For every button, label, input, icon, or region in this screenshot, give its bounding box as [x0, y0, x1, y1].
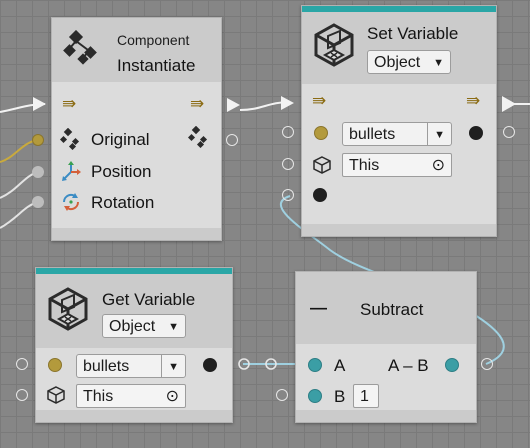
subtract-title: Subtract — [360, 300, 424, 319]
get-variable-name-value: bullets — [83, 358, 130, 375]
subtract-a-input-port[interactable] — [308, 358, 322, 372]
set-variable-name-value: bullets — [349, 126, 396, 143]
chevron-down-icon: ▼ — [434, 129, 445, 141]
instantiate-title: Instantiate — [117, 56, 196, 75]
position-label: Position — [91, 162, 152, 181]
wire-flow-out-arrow-2 — [502, 96, 516, 112]
set-variable-target-field[interactable]: This ⊙ — [342, 153, 452, 177]
dropdown-divider — [427, 123, 428, 145]
rotation-label: Rotation — [91, 193, 155, 212]
get-variable-title: Get Variable — [102, 290, 196, 309]
set-variable-body: ⇛ ⇛ bullets ▼ This ⊙ — [302, 84, 496, 224]
set-variable-value-output-port[interactable] — [469, 126, 483, 140]
instantiate-header: Component Instantiate — [52, 18, 221, 82]
variable-type-dot — [48, 358, 62, 372]
gameobject-cube-icon — [313, 156, 331, 174]
flow-input-icon: ⇛ — [62, 94, 77, 113]
gameobject-cube-icon — [47, 386, 65, 404]
instantiate-footer — [52, 228, 221, 240]
wire-flow-in-arrow-2 — [281, 96, 294, 110]
wire-position — [0, 171, 39, 199]
subtract-b-value: 1 — [360, 388, 369, 405]
get-variable-header: Get Variable Object ▼ — [36, 274, 232, 348]
original-label: Original — [91, 130, 150, 149]
variable-cube-icon — [48, 287, 88, 331]
subtract-output-port[interactable] — [445, 358, 459, 372]
set-variable-output-port[interactable] — [503, 126, 515, 138]
instantiate-node[interactable]: Component Instantiate ⇛ ⇛ Original Posit… — [51, 17, 222, 241]
get-variable-kind-value: Object — [109, 318, 156, 335]
target-picker-icon[interactable]: ⊙ — [432, 154, 445, 177]
position-icon — [62, 161, 81, 181]
get-variable-footer — [36, 410, 232, 422]
rotation-input-port[interactable] — [32, 196, 44, 208]
minus-icon: — — [310, 298, 327, 317]
chevron-down-icon: ▼ — [433, 57, 444, 69]
chevron-down-icon: ▼ — [168, 321, 179, 333]
subtract-body: A A – B B 1 — [296, 344, 476, 410]
get-variable-body: bullets ▼ This ⊙ — [36, 348, 232, 410]
set-variable-target-value: This — [349, 157, 380, 174]
wire-flow-in-arrow — [33, 97, 46, 111]
subtract-node[interactable]: — Subtract A A – B B 1 — [295, 271, 477, 423]
position-input-port[interactable] — [32, 166, 44, 178]
subtract-a-label: A — [334, 356, 346, 375]
original-icon — [60, 128, 80, 150]
instantiate-category: Component — [117, 32, 190, 48]
subtract-b-label: B — [334, 387, 346, 406]
get-variable-target-field[interactable]: This ⊙ — [76, 384, 186, 408]
get-variable-name-dropdown[interactable]: bullets ▼ — [76, 354, 186, 378]
rotation-icon — [62, 193, 80, 211]
set-variable-footer — [302, 224, 496, 236]
target-picker-icon[interactable]: ⊙ — [166, 385, 179, 408]
subtract-result-external-port[interactable] — [481, 358, 493, 370]
get-variable-node[interactable]: Get Variable Object ▼ bullets ▼ This ⊙ — [35, 267, 233, 423]
set-variable-target-input-port[interactable] — [282, 158, 294, 170]
wire-flow-out-arrow-1 — [227, 98, 240, 112]
get-variable-kind-dropdown[interactable]: Object ▼ — [102, 314, 186, 338]
get-variable-target-value: This — [83, 388, 114, 405]
set-variable-node[interactable]: Set Variable Object ▼ ⇛ ⇛ bullets ▼ This… — [301, 5, 497, 237]
subtract-b-value-field[interactable]: 1 — [353, 384, 379, 408]
get-variable-name-input-port[interactable] — [16, 358, 28, 370]
variable-type-dot — [314, 126, 328, 140]
set-variable-title: Set Variable — [367, 24, 459, 43]
wire-rotation — [0, 201, 39, 229]
set-variable-name-input-port[interactable] — [282, 126, 294, 138]
flow-output-icon: ⇛ — [190, 94, 205, 113]
instantiate-object-output-port[interactable] — [226, 134, 238, 146]
instantiate-body: ⇛ ⇛ Original Position Rotation — [52, 82, 221, 228]
set-variable-name-dropdown[interactable]: bullets ▼ — [342, 122, 452, 146]
set-variable-kind-value: Object — [374, 54, 421, 71]
set-variable-kind-dropdown[interactable]: Object ▼ — [367, 50, 451, 74]
subtract-b-input-port[interactable] — [308, 389, 322, 403]
component-icon — [63, 30, 97, 65]
object-output-icon — [188, 126, 208, 148]
flow-output-icon: ⇛ — [466, 91, 481, 110]
dropdown-divider — [161, 355, 162, 377]
set-variable-value-port[interactable] — [282, 189, 294, 201]
original-input-port[interactable] — [32, 134, 44, 146]
set-variable-header: Set Variable Object ▼ — [302, 12, 496, 84]
chevron-down-icon: ▼ — [168, 361, 179, 373]
variable-cube-icon — [314, 23, 354, 67]
flow-input-icon: ⇛ — [312, 91, 327, 110]
subtract-b-external-port[interactable] — [276, 389, 288, 401]
get-variable-value-output-port[interactable] — [203, 358, 217, 372]
subtract-output-label: A – B — [388, 356, 429, 375]
subtract-header: — Subtract — [296, 272, 476, 344]
set-variable-value-input-port[interactable] — [313, 188, 327, 202]
get-variable-target-input-port[interactable] — [16, 389, 28, 401]
subtract-footer — [296, 410, 476, 422]
